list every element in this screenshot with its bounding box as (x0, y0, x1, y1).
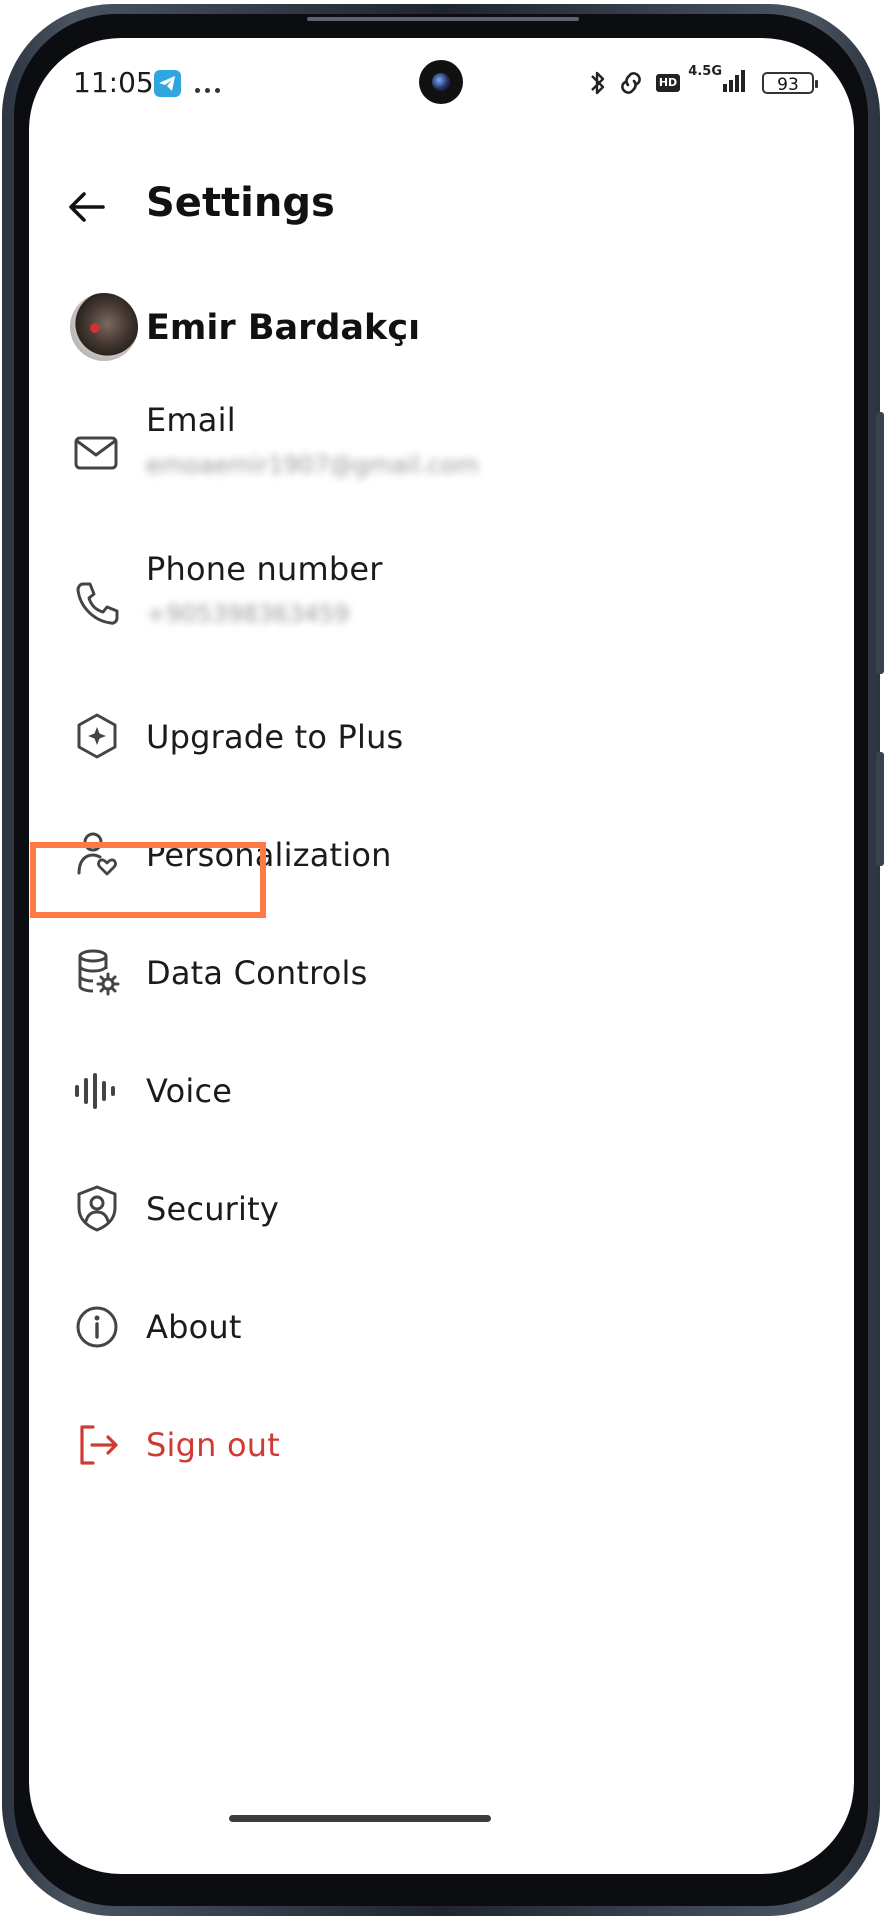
status-time: 11:05 (73, 66, 154, 99)
menu-item-voice[interactable]: Voice (29, 1050, 854, 1150)
email-value: emoaemir1907@gmail.com (146, 451, 479, 479)
volume-button (876, 412, 884, 674)
app-header: Settings (29, 168, 854, 248)
data-controls-label: Data Controls (146, 954, 368, 992)
arrow-left-icon (69, 192, 105, 222)
menu-item-phone[interactable]: Phone number +905398363459 (29, 546, 854, 656)
telegram-icon (154, 70, 181, 97)
email-label: Email (146, 401, 236, 439)
voice-highlight-box (30, 842, 266, 918)
bluetooth-icon (591, 71, 605, 95)
profile-row[interactable]: Emir Bardakçı (29, 278, 854, 378)
profile-name: Emir Bardakçı (146, 308, 421, 348)
soundwave-icon (69, 1063, 125, 1119)
speaker-slot (307, 17, 579, 21)
back-button[interactable] (59, 178, 119, 238)
power-button (876, 752, 884, 866)
menu-item-security[interactable]: Security (29, 1168, 854, 1268)
link-icon (621, 72, 641, 94)
info-icon (69, 1299, 125, 1355)
hd-icon: HD (656, 74, 680, 92)
menu-item-data-controls[interactable]: Data Controls (29, 932, 854, 1032)
sparkle-hexagon-icon (69, 709, 125, 765)
avatar (70, 293, 138, 361)
battery-icon: 93 (762, 72, 818, 95)
phone-value: +905398363459 (146, 600, 350, 628)
shield-user-icon (69, 1181, 125, 1237)
menu-item-about[interactable]: About (29, 1286, 854, 1386)
more-dots-icon (195, 78, 225, 93)
front-camera (419, 60, 463, 104)
home-indicator[interactable] (229, 1815, 491, 1822)
page-title: Settings (146, 180, 335, 226)
mail-icon (69, 425, 125, 481)
phone-label: Phone number (146, 550, 383, 588)
voice-label: Voice (146, 1072, 233, 1110)
database-gear-icon (69, 945, 125, 1001)
sign-out-icon (69, 1417, 125, 1473)
menu-item-sign-out[interactable]: Sign out (29, 1404, 854, 1504)
network-type: 4.5G (688, 64, 722, 79)
signal-icon (723, 70, 745, 92)
menu-item-email[interactable]: Email emoaemir1907@gmail.com (29, 393, 854, 503)
status-bar: 11:05 HD 4.5G 93 (29, 38, 854, 128)
about-label: About (146, 1308, 242, 1346)
sign-out-label: Sign out (146, 1426, 280, 1464)
upgrade-label: Upgrade to Plus (146, 718, 404, 756)
phone-frame: 11:05 HD 4.5G 93 Settings Emir Bardakçı … (2, 4, 884, 1916)
phone-icon (69, 576, 125, 632)
screen: 11:05 HD 4.5G 93 Settings Emir Bardakçı … (29, 38, 854, 1874)
menu-item-upgrade[interactable]: Upgrade to Plus (29, 696, 854, 796)
security-label: Security (146, 1190, 280, 1228)
